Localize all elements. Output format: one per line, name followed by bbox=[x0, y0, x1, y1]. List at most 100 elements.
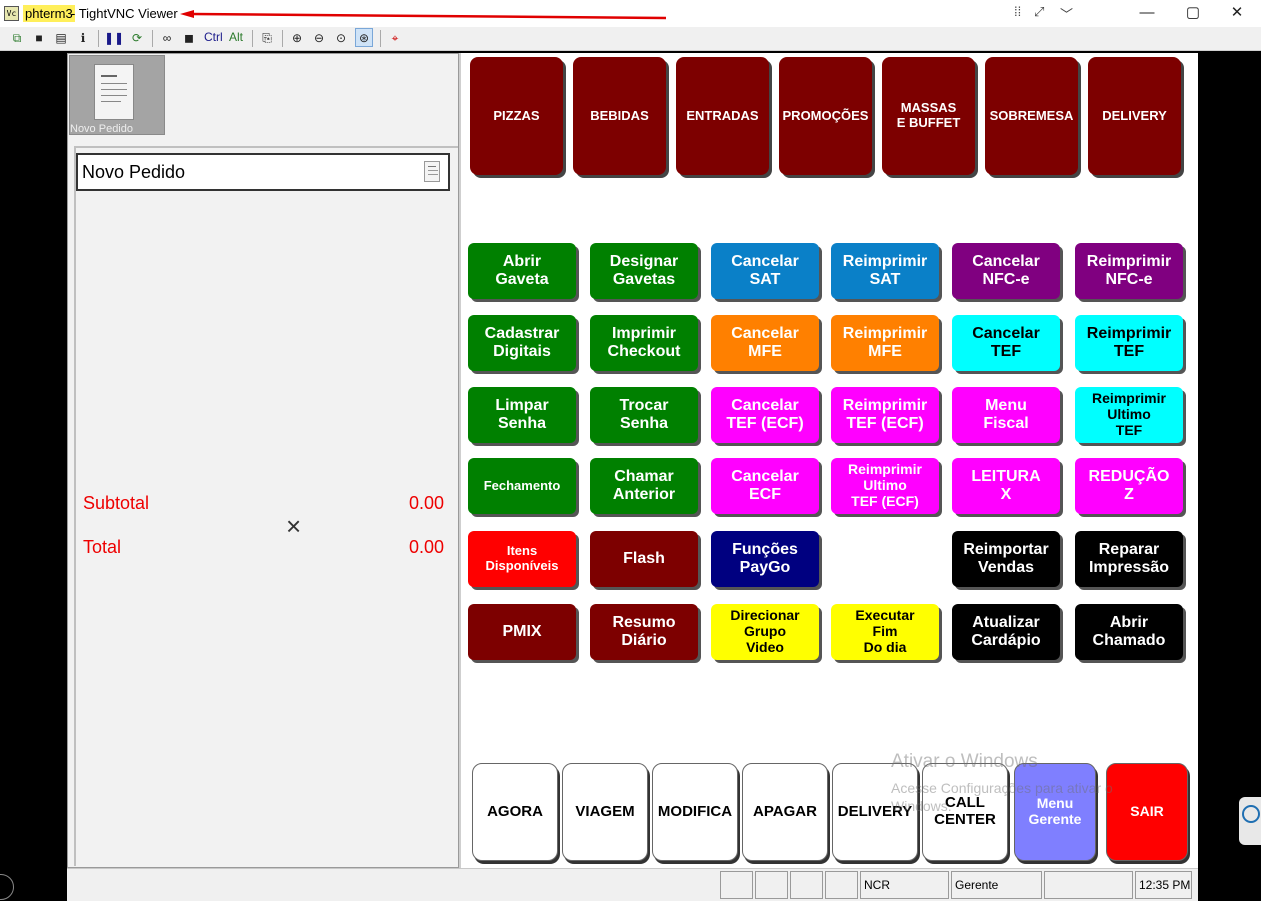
bottom-button-modifica[interactable]: MODIFICA bbox=[652, 763, 738, 861]
function-button-cancelar-tef-ecf[interactable]: Cancelar TEF (ECF) bbox=[711, 387, 819, 443]
function-button-label: Reimprimir Ultimo TEF bbox=[1092, 390, 1166, 438]
fullscreen-icon[interactable]: ⌖ bbox=[386, 29, 404, 48]
function-button-reimprimir-tef[interactable]: Reimprimir TEF bbox=[1075, 315, 1183, 371]
maximize-button[interactable]: ▢ bbox=[1170, 0, 1216, 26]
bottom-button-label: APAGAR bbox=[753, 802, 817, 820]
function-button-label: Imprimir Checkout bbox=[607, 325, 681, 360]
function-button-label: Chamar Anterior bbox=[612, 468, 676, 503]
function-button-label: Cancelar ECF bbox=[731, 468, 799, 503]
function-button-reimprimir-nfc-e[interactable]: Reimprimir NFC-e bbox=[1075, 243, 1183, 299]
function-button-reparar-impressao[interactable]: Reparar Impressão bbox=[1075, 531, 1183, 587]
function-button-reimprimir-sat[interactable]: Reimprimir SAT bbox=[831, 243, 939, 299]
bottom-button-label: VIAGEM bbox=[575, 802, 635, 820]
category-button-entradas[interactable]: ENTRADAS bbox=[676, 57, 769, 175]
category-button-massas-e-buffet[interactable]: MASSAS E BUFFET bbox=[882, 57, 975, 175]
function-button-reimprimir-tef-ecf[interactable]: Reimprimir TEF (ECF) bbox=[831, 387, 939, 443]
options-icon[interactable]: ▤ bbox=[52, 29, 70, 48]
window-title-host: phterm3 bbox=[23, 5, 75, 22]
function-button-limpar-senha[interactable]: Limpar Senha bbox=[468, 387, 576, 443]
function-button-label: Limpar Senha bbox=[495, 397, 549, 432]
category-button-sobremesa[interactable]: SOBREMESA bbox=[985, 57, 1078, 175]
close-button[interactable]: ✕ bbox=[1214, 0, 1260, 26]
zoom-out-icon[interactable]: ⊖ bbox=[310, 29, 328, 48]
function-button-label: Reimprimir TEF (ECF) bbox=[842, 397, 928, 432]
category-button-pizzas[interactable]: PIZZAS bbox=[470, 57, 563, 175]
category-button-delivery[interactable]: DELIVERY bbox=[1088, 57, 1181, 175]
function-button-pmix[interactable]: PMIX bbox=[468, 604, 576, 660]
bottom-button-viagem[interactable]: VIAGEM bbox=[562, 763, 648, 861]
side-tab[interactable] bbox=[1239, 797, 1261, 845]
red-arrow-annotation bbox=[180, 10, 667, 20]
refresh-icon[interactable]: ⟳ bbox=[128, 29, 146, 48]
function-button-reimprimir-ultimo-tef-ecf[interactable]: Reimprimir Ultimo TEF (ECF) bbox=[831, 458, 939, 514]
function-button-chamar-anterior[interactable]: Chamar Anterior bbox=[590, 458, 698, 514]
category-button-promocoes[interactable]: PROMOÇÕES bbox=[779, 57, 872, 175]
ctrl-alt-del-icon[interactable]: ∞ bbox=[158, 29, 176, 48]
teamviewer-icon bbox=[1242, 805, 1260, 823]
function-button-designar-gavetas[interactable]: Designar Gavetas bbox=[590, 243, 698, 299]
bottom-button-label: MODIFICA bbox=[657, 802, 733, 820]
function-button-cancelar-mfe[interactable]: Cancelar MFE bbox=[711, 315, 819, 371]
function-button-cancelar-ecf[interactable]: Cancelar ECF bbox=[711, 458, 819, 514]
function-button-funcoes-paygo[interactable]: Funções PayGo bbox=[711, 531, 819, 587]
info-icon[interactable]: ℹ bbox=[74, 29, 92, 48]
grip-icon[interactable]: ⁞⁞ bbox=[1014, 4, 1021, 19]
category-button-label: ENTRADAS bbox=[686, 107, 759, 123]
order-thumbnail-label: Novo Pedido bbox=[70, 123, 133, 135]
zoom-in-icon[interactable]: ⊕ bbox=[288, 29, 306, 48]
function-button-reimportar-vendas[interactable]: Reimportar Vendas bbox=[952, 531, 1060, 587]
zoom-fit-icon[interactable]: ⊛ bbox=[355, 28, 373, 47]
function-button-executar-fim-do-dia[interactable]: Executar Fim Do dia bbox=[831, 604, 939, 660]
function-button-label: Cancelar TEF bbox=[972, 325, 1040, 360]
function-button-label: Reimportar Vendas bbox=[963, 541, 1049, 576]
function-button-abrir-chamado[interactable]: Abrir Chamado bbox=[1075, 604, 1183, 660]
function-button-label: Cancelar TEF (ECF) bbox=[726, 397, 804, 432]
function-button-label: Fechamento bbox=[483, 477, 561, 493]
function-button-label: Cancelar SAT bbox=[731, 253, 799, 288]
function-button-atualizar-cardapio[interactable]: Atualizar Cardápio bbox=[952, 604, 1060, 660]
minimize-button[interactable]: — bbox=[1124, 0, 1170, 26]
function-button-label: Abrir Gaveta bbox=[495, 253, 549, 288]
function-button-reimprimir-mfe[interactable]: Reimprimir MFE bbox=[831, 315, 939, 371]
pause-icon[interactable]: ❚❚ bbox=[104, 29, 124, 48]
function-button-imprimir-checkout[interactable]: Imprimir Checkout bbox=[590, 315, 698, 371]
chevron-down-icon[interactable]: ﹀ bbox=[1060, 4, 1073, 23]
ctrl-key-button[interactable]: Ctrl bbox=[204, 30, 223, 44]
category-button-label: BEBIDAS bbox=[590, 107, 649, 123]
function-button-direcionar-grupo-video[interactable]: Direcionar Grupo Video bbox=[711, 604, 819, 660]
function-button-leitura-x[interactable]: LEITURA X bbox=[952, 458, 1060, 514]
function-button-label: Flash bbox=[623, 550, 665, 568]
status-cell-12-35-pm: 12:35 PM bbox=[1135, 871, 1192, 899]
function-button-reducao-z[interactable]: REDUÇÃO Z bbox=[1075, 458, 1183, 514]
function-button-cadastrar-digitais[interactable]: Cadastrar Digitais bbox=[468, 315, 576, 371]
category-button-label: PIZZAS bbox=[493, 107, 540, 123]
function-button-itens-disponiveis[interactable]: Itens Disponíveis bbox=[468, 531, 576, 587]
alt-key-button[interactable]: Alt bbox=[229, 30, 243, 44]
function-button-label: Atualizar Cardápio bbox=[971, 614, 1041, 649]
clipboard-icon[interactable]: ⎘ bbox=[258, 29, 276, 48]
mouse-cursor-icon: × bbox=[286, 511, 302, 541]
function-button-label: Funções PayGo bbox=[732, 541, 798, 576]
bottom-button-apagar[interactable]: APAGAR bbox=[742, 763, 828, 861]
function-button-cancelar-nfc-e[interactable]: Cancelar NFC-e bbox=[952, 243, 1060, 299]
function-button-menu-fiscal[interactable]: Menu Fiscal bbox=[952, 387, 1060, 443]
document-icon bbox=[94, 64, 134, 120]
status-cell-empty-6 bbox=[1044, 871, 1133, 899]
expand-icon[interactable]: ⤢ bbox=[1034, 4, 1044, 20]
bottom-button-agora[interactable]: AGORA bbox=[472, 763, 558, 861]
function-button-label: Designar Gavetas bbox=[609, 253, 679, 288]
function-button-flash[interactable]: Flash bbox=[590, 531, 698, 587]
status-cell-empty-3 bbox=[825, 871, 858, 899]
function-button-resumo-diario[interactable]: Resumo Diário bbox=[590, 604, 698, 660]
function-button-reimprimir-ultimo-tef[interactable]: Reimprimir Ultimo TEF bbox=[1075, 387, 1183, 443]
category-button-bebidas[interactable]: BEBIDAS bbox=[573, 57, 666, 175]
function-button-fechamento[interactable]: Fechamento bbox=[468, 458, 576, 514]
new-connection-icon[interactable]: ⧉ bbox=[8, 29, 26, 48]
zoom-100-icon[interactable]: ⊙ bbox=[332, 29, 350, 48]
function-button-trocar-senha[interactable]: Trocar Senha bbox=[590, 387, 698, 443]
function-button-cancelar-sat[interactable]: Cancelar SAT bbox=[711, 243, 819, 299]
function-button-cancelar-tef[interactable]: Cancelar TEF bbox=[952, 315, 1060, 371]
function-button-abrir-gaveta[interactable]: Abrir Gaveta bbox=[468, 243, 576, 299]
save-icon[interactable]: ■ bbox=[30, 29, 48, 48]
ctrl-esc-icon[interactable]: ◼ bbox=[180, 29, 198, 48]
